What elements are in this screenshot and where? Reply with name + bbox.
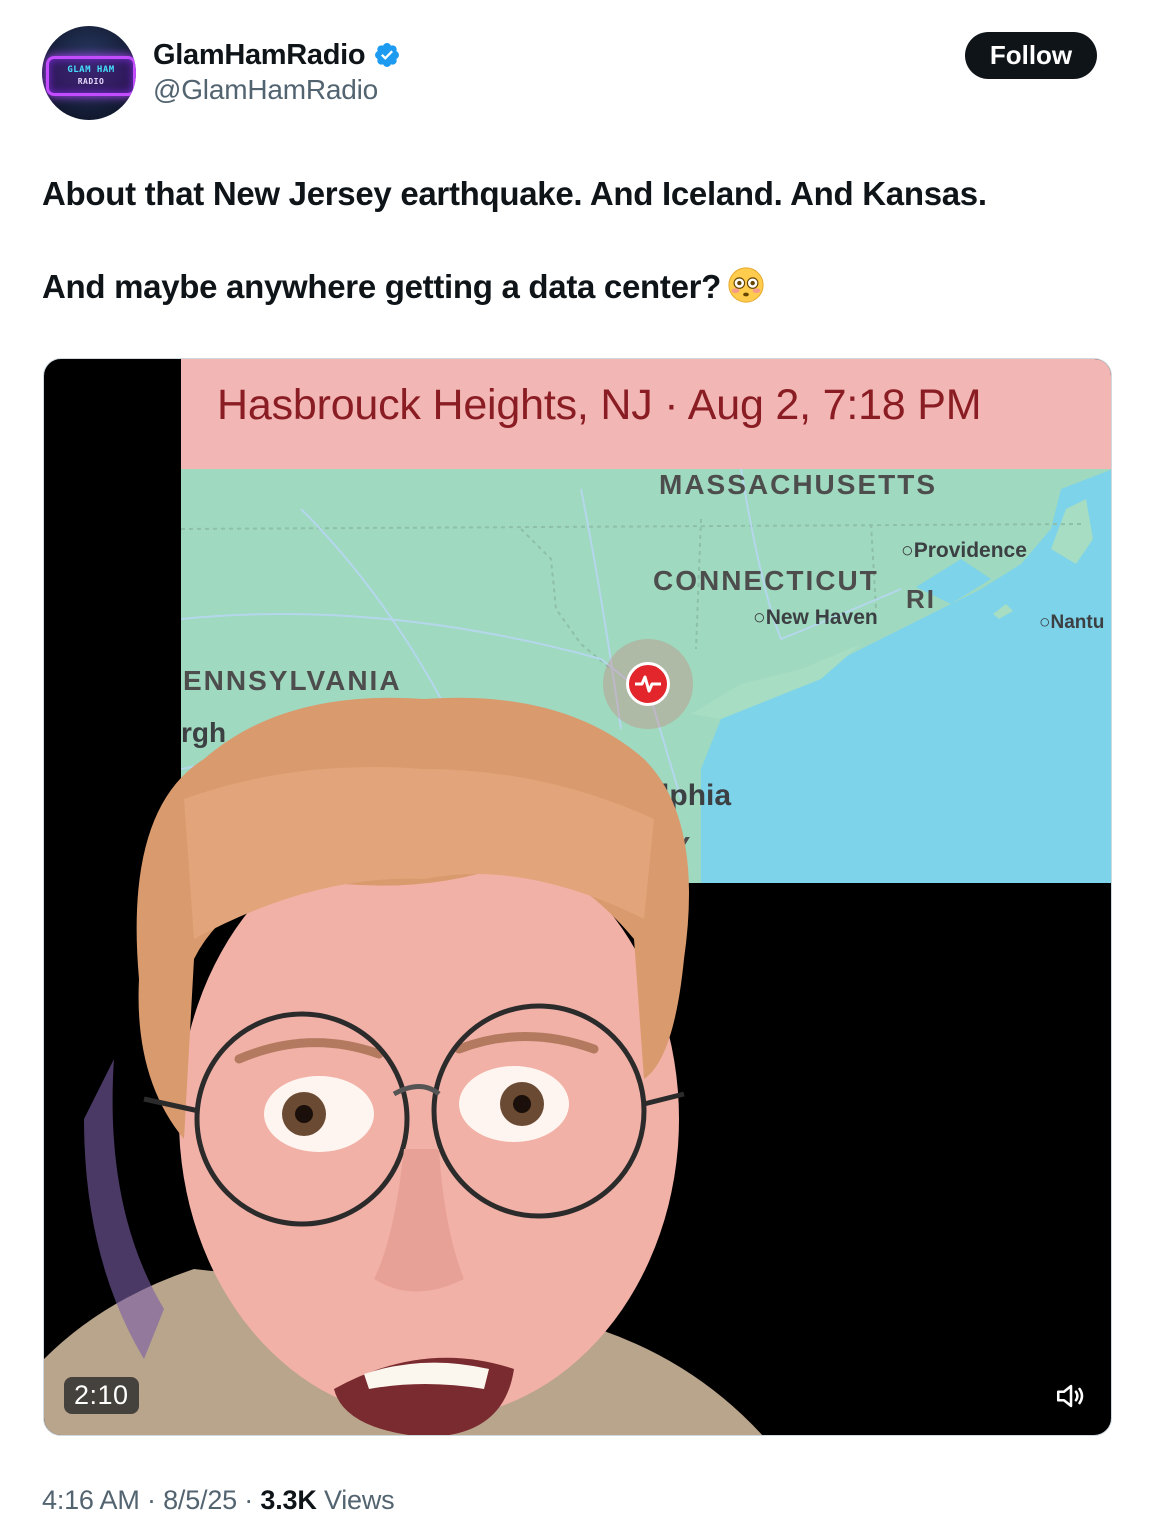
tweet-date[interactable]: 8/5/25 [163,1485,237,1515]
tweet-text-line2-wrap: And maybe anywhere getting a data center… [42,263,1112,311]
meta-separator: · [244,1485,254,1515]
author-info: GlamHamRadio @GlamHamRadio [153,36,401,106]
meta-separator: · [146,1485,156,1515]
tweet-text-line1: About that New Jersey earthquake. And Ic… [42,175,987,212]
author-display-name[interactable]: GlamHamRadio [153,39,366,72]
views-count: 3.3K [260,1485,317,1515]
tweet-text-line2: And maybe anywhere getting a data center… [42,268,722,305]
author-handle[interactable]: @GlamHamRadio [153,74,401,106]
verified-badge-icon [375,43,400,67]
flushed-face-emoji-icon [728,267,764,303]
tweet-text: About that New Jersey earthquake. And Ic… [42,170,1112,311]
video-duration: 2:10 [64,1377,139,1414]
views-label: Views [323,1485,395,1515]
volume-muted-icon[interactable] [1054,1379,1088,1413]
presenter-video-frame [44,697,763,1435]
avatar-logo: GLAM HAM RADIO [46,56,136,96]
author-avatar[interactable]: GLAM HAM RADIO [42,26,136,120]
follow-button[interactable]: Follow [965,32,1097,79]
avatar-text-line1: GLAM HAM [67,65,115,75]
video-player[interactable]: Hasbrouck Heights, NJ · Aug 2, 7:18 PM M… [43,358,1112,1436]
tweet-meta: 4:16 AM · 8/5/25 · 3.3K Views [42,1485,395,1516]
tweet-time[interactable]: 4:16 AM [42,1485,140,1515]
avatar-text-line2: RADIO [77,77,105,86]
